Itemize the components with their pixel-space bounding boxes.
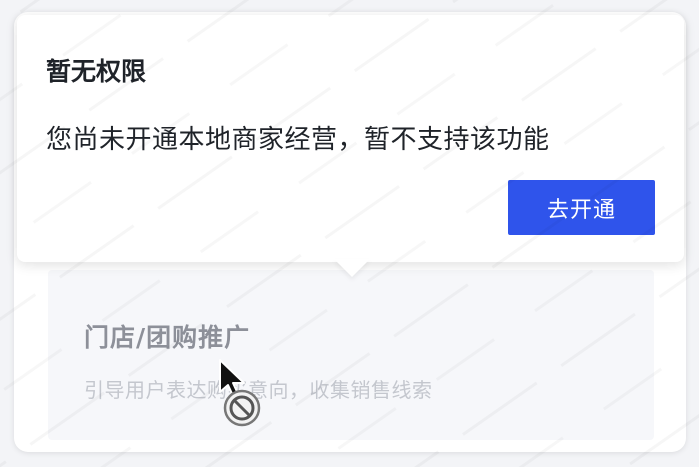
popover-message: 您尚未开通本地商家经营，暂不支持该功能 — [46, 125, 550, 155]
open-service-button[interactable]: 去开通 — [508, 180, 655, 235]
popover-arrow — [334, 259, 370, 277]
popover-title: 暂无权限 — [46, 57, 147, 86]
option-description: 引导用户表达购买意向，收集销售线索 — [84, 378, 433, 402]
page: 门店/团购推广 引导用户表达购买意向，收集销售线索 暂无权限 您尚未开通本地商家… — [0, 0, 699, 467]
store-group-buy-option[interactable] — [48, 270, 654, 440]
option-title: 门店/团购推广 — [84, 323, 251, 352]
